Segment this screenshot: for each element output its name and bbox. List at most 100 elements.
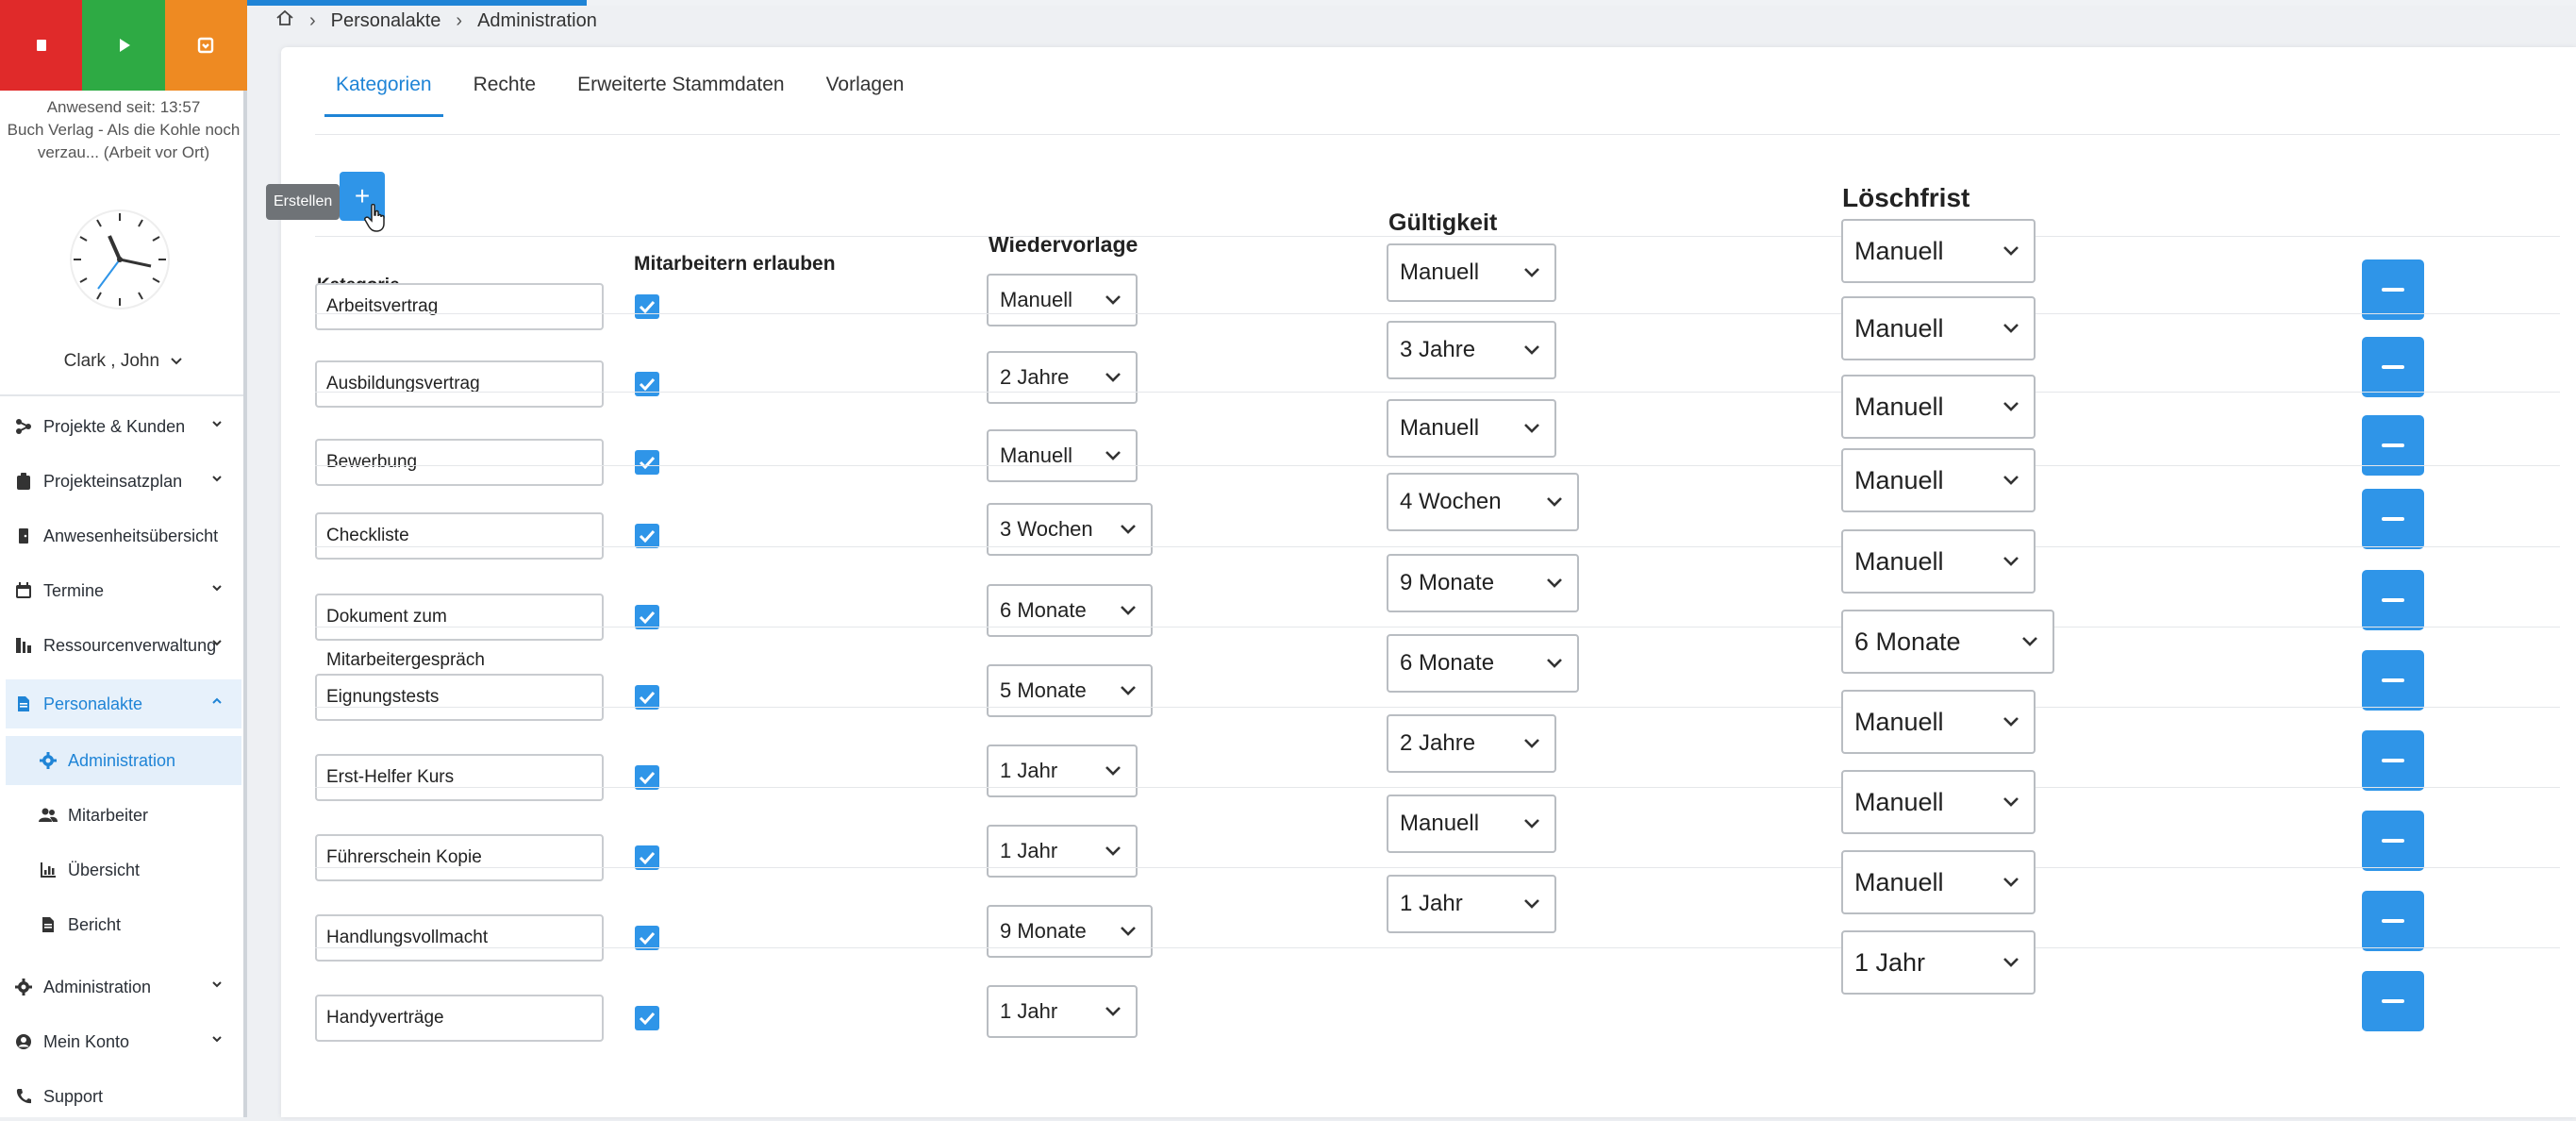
row-divider [315,392,2560,393]
delete-row-button[interactable] [2362,489,2424,549]
category-name-input[interactable]: Handlungsvollmacht [315,914,604,962]
loeschfrist-select[interactable]: Manuell [1841,375,2036,439]
nav-ressourcenverwaltung[interactable]: Ressourcenverwaltung [6,621,241,670]
chevron-right-icon: › [309,9,316,31]
stop-button[interactable] [0,0,83,91]
category-name-input[interactable]: Arbeitsvertrag [315,283,604,330]
nav-support[interactable]: Support [6,1072,241,1121]
nav-sub-administration[interactable]: Administration [6,736,241,785]
wiedervorlage-select[interactable]: 5 Monate [987,664,1153,717]
nav-anwesenheitsuebersicht[interactable]: Anwesenheitsübersicht [6,511,241,560]
row-divider [315,707,2560,708]
user-menu[interactable]: Clark , John [0,351,247,372]
play-button[interactable] [82,0,165,91]
gueltigkeit-select[interactable]: Manuell [1387,243,1556,302]
delete-row-button[interactable] [2362,730,2424,791]
loeschfrist-select[interactable]: Manuell [1841,850,2036,914]
nav-sub-mitarbeiter[interactable]: Mitarbeiter [6,791,241,840]
tab-rechte[interactable]: Rechte [453,74,557,117]
loeschfrist-select[interactable]: Manuell [1841,770,2036,834]
allow-employee-checkbox[interactable] [635,524,659,548]
nav-label: Übersicht [68,860,141,879]
tab-kategorien[interactable]: Kategorien [315,74,453,117]
gueltigkeit-select[interactable]: Manuell [1387,399,1556,458]
create-tooltip: Erstellen [266,184,341,220]
delete-row-button[interactable] [2362,570,2424,630]
loeschfrist-select[interactable]: Manuell [1841,448,2036,512]
category-name-input[interactable]: Handyverträge [315,995,604,1042]
chevron-down-icon [1105,295,1121,305]
chevron-down-icon [212,585,222,592]
loeschfrist-select[interactable]: 1 Jahr [1841,930,2036,995]
category-name-input[interactable]: Checkliste [315,512,604,560]
category-name-input[interactable]: Eignungstests [315,674,604,721]
wiedervorlage-select[interactable]: 1 Jahr [987,825,1138,878]
nav-termine[interactable]: Termine [6,566,241,615]
gueltigkeit-select[interactable]: 9 Monate [1387,554,1579,612]
chevron-down-icon [2022,637,2037,646]
tab-erweiterte-stammdaten[interactable]: Erweiterte Stammdaten [557,74,805,117]
col-mitarbeitern-erlauben: Mitarbeitern erlauben [634,253,836,275]
presence-since: Anwesend seit: 13:57 [46,98,201,116]
category-name-input[interactable]: Ausbildungsvertrag [315,360,604,408]
delete-row-button[interactable] [2362,811,2424,871]
loeschfrist-select[interactable]: 6 Monate [1841,610,2054,674]
minus-icon [2382,999,2404,1003]
pause-button[interactable] [164,0,247,91]
category-name-input[interactable]: Dokument zum Mitarbeitergespräch [315,594,604,670]
category-name-input[interactable]: Führerschein Kopie [315,834,604,881]
delete-row-button[interactable] [2362,259,2424,320]
allow-employee-checkbox[interactable] [635,1006,659,1030]
chevron-down-icon [2003,878,2019,887]
wiedervorlage-select[interactable]: Manuell [987,274,1138,326]
users-icon [38,805,58,826]
gueltigkeit-select[interactable]: 4 Wochen [1387,473,1579,531]
wiedervorlage-select[interactable]: 2 Jahre [987,351,1138,404]
breadcrumb: › Personalakte › Administration [275,0,597,42]
nav-administration[interactable]: Administration [6,962,241,1012]
chevron-down-icon [1524,268,1539,277]
chevron-down-icon [2003,717,2019,727]
allow-employee-checkbox[interactable] [635,372,659,396]
check-icon [639,300,656,313]
allow-employee-checkbox[interactable] [635,450,659,475]
delete-row-button[interactable] [2362,415,2424,476]
gueltigkeit-select[interactable]: 2 Jahre [1387,714,1556,773]
loeschfrist-select[interactable]: Manuell [1841,690,2036,754]
allow-employee-checkbox[interactable] [635,294,659,319]
wiedervorlage-select[interactable]: 9 Monate [987,905,1153,958]
divider [0,394,243,396]
gueltigkeit-select[interactable]: 6 Monate [1387,634,1579,693]
file-icon [13,694,34,714]
category-name-input[interactable]: Erst-Helfer Kurs [315,754,604,801]
wiedervorlage-select[interactable]: 6 Monate [987,584,1153,637]
gueltigkeit-select[interactable]: 1 Jahr [1387,875,1556,933]
loeschfrist-select[interactable]: Manuell [1841,529,2036,594]
nav-sub-uebersicht[interactable]: Übersicht [6,845,241,895]
home-icon[interactable] [275,8,294,33]
gueltigkeit-select[interactable]: Manuell [1387,795,1556,853]
delete-row-button[interactable] [2362,891,2424,951]
wiedervorlage-select[interactable]: 3 Wochen [987,503,1153,556]
wiedervorlage-select[interactable]: Manuell [987,429,1138,482]
nav-label: Administration [68,750,176,770]
delete-row-button[interactable] [2362,337,2424,397]
nav-sub-bericht[interactable]: Bericht [6,900,241,949]
tab-vorlagen[interactable]: Vorlagen [806,74,925,117]
breadcrumb-administration[interactable]: Administration [477,10,597,32]
gueltigkeit-select[interactable]: 3 Jahre [1387,321,1556,379]
category-name-input[interactable]: Bewerbung [315,439,604,486]
nav-projekte-kunden[interactable]: Projekte & Kunden [6,402,241,451]
calendar-icon [13,580,34,601]
delete-row-button[interactable] [2362,650,2424,711]
breadcrumb-personalakte[interactable]: Personalakte [331,10,441,32]
tab-bar: Kategorien Rechte Erweiterte Stammdaten … [315,74,924,117]
loeschfrist-select[interactable]: Manuell [1841,296,2036,360]
nav-projekteinsatzplan[interactable]: Projekteinsatzplan [6,457,241,506]
nav-personalakte[interactable]: Personalakte [6,679,241,728]
delete-row-button[interactable] [2362,971,2424,1031]
nav-mein-konto[interactable]: Mein Konto [6,1017,241,1066]
wiedervorlage-select[interactable]: 1 Jahr [987,745,1138,797]
loeschfrist-select[interactable]: Manuell [1841,219,2036,283]
wiedervorlage-select[interactable]: 1 Jahr [987,985,1138,1038]
